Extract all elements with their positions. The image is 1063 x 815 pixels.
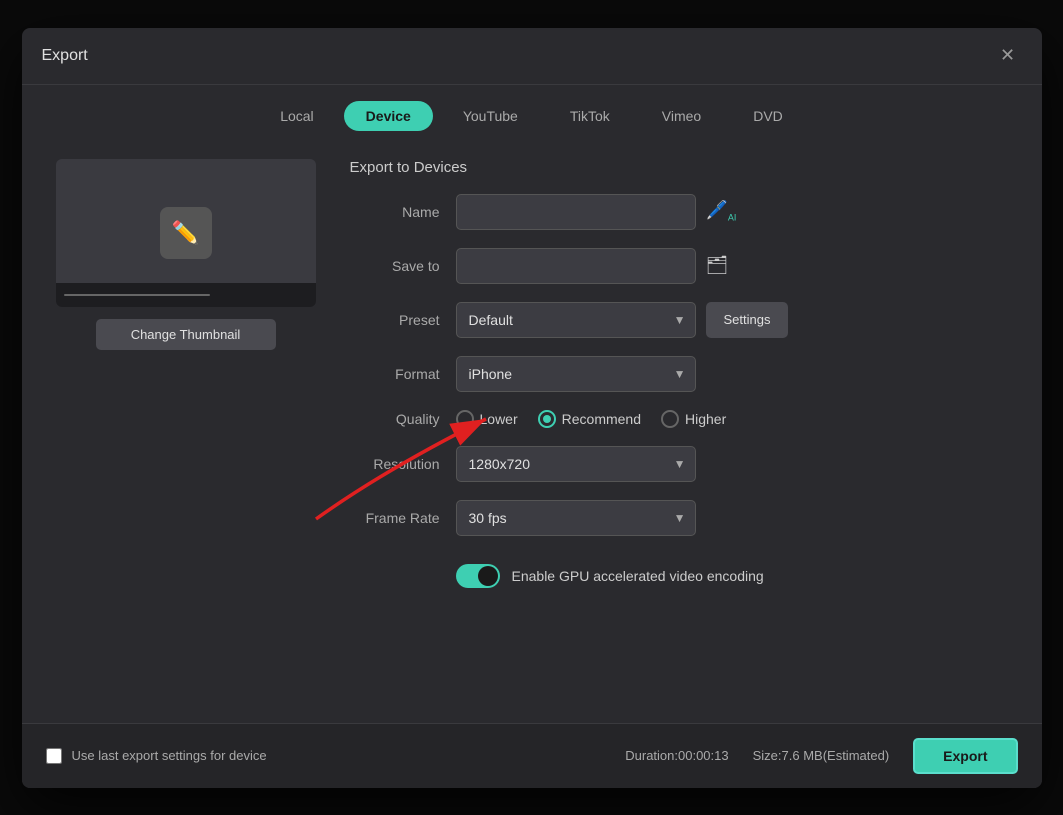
size-text: Size:7.6 MB(Estimated) bbox=[753, 748, 890, 763]
export-button[interactable]: Export bbox=[913, 738, 1017, 774]
format-select-wrapper: iPhone iPad Android Apple TV ▼ bbox=[456, 356, 696, 392]
format-row: Format iPhone iPad Android Apple TV ▼ bbox=[350, 356, 1018, 392]
format-select[interactable]: iPhone iPad Android Apple TV bbox=[456, 356, 696, 392]
quality-higher-radio[interactable] bbox=[661, 410, 679, 428]
preset-select[interactable]: Default Custom bbox=[456, 302, 696, 338]
tab-dvd[interactable]: DVD bbox=[731, 101, 805, 131]
tab-youtube[interactable]: YouTube bbox=[441, 101, 540, 131]
ai-icon[interactable]: 🖊️AI bbox=[706, 200, 737, 223]
section-title: Export to Devices bbox=[350, 159, 1018, 176]
save-to-label: Save to bbox=[350, 258, 440, 274]
name-input[interactable] bbox=[456, 194, 696, 230]
tab-local[interactable]: Local bbox=[258, 101, 335, 131]
resolution-select-wrapper: 1280x720 1920x1080 3840x2160 ▼ bbox=[456, 446, 696, 482]
quality-higher-option[interactable]: Higher bbox=[661, 410, 726, 428]
quality-recommend-label: Recommend bbox=[562, 411, 641, 427]
thumbnail-icon: ✏️ bbox=[160, 207, 212, 259]
footer-info: Duration:00:00:13 Size:7.6 MB(Estimated)… bbox=[625, 738, 1017, 774]
dialog-title: Export bbox=[42, 47, 88, 65]
gpu-label: Enable GPU accelerated video encoding bbox=[512, 568, 764, 584]
name-row: Name 🖊️AI bbox=[350, 194, 1018, 230]
last-settings-checkbox[interactable] bbox=[46, 748, 62, 764]
quality-lower-option[interactable]: Lower bbox=[456, 410, 518, 428]
preset-label: Preset bbox=[350, 312, 440, 328]
name-label: Name bbox=[350, 204, 440, 220]
tabs-row: Local Device YouTube TikTok Vimeo DVD bbox=[22, 85, 1042, 143]
preset-select-wrapper: Default Custom ▼ bbox=[456, 302, 696, 338]
tab-tiktok[interactable]: TikTok bbox=[548, 101, 632, 131]
last-settings-label: Use last export settings for device bbox=[72, 748, 267, 763]
save-to-input[interactable] bbox=[456, 248, 696, 284]
tab-vimeo[interactable]: Vimeo bbox=[640, 101, 723, 131]
quality-higher-label: Higher bbox=[685, 411, 726, 427]
save-to-row: Save to 🗂 bbox=[350, 248, 1018, 284]
quality-options: Lower Recommend Higher bbox=[456, 410, 727, 428]
settings-button[interactable]: Settings bbox=[706, 302, 789, 338]
quality-recommend-radio[interactable] bbox=[538, 410, 556, 428]
quality-recommend-dot bbox=[543, 415, 551, 423]
thumbnail-bar-line bbox=[64, 294, 210, 296]
quality-lower-label: Lower bbox=[480, 411, 518, 427]
frame-rate-select-wrapper: 24 fps 30 fps 60 fps ▼ bbox=[456, 500, 696, 536]
format-label: Format bbox=[350, 366, 440, 382]
quality-recommend-option[interactable]: Recommend bbox=[538, 410, 641, 428]
resolution-label: Resolution bbox=[350, 456, 440, 472]
quality-row: Quality Lower Recommend bbox=[350, 410, 1018, 428]
quality-lower-radio[interactable] bbox=[456, 410, 474, 428]
thumbnail-preview: ✏️ bbox=[56, 159, 316, 307]
left-panel: ✏️ Change Thumbnail bbox=[46, 159, 326, 707]
gpu-row: Enable GPU accelerated video encoding bbox=[350, 564, 1018, 588]
dialog-footer: Use last export settings for device Dura… bbox=[22, 723, 1042, 788]
frame-rate-select[interactable]: 24 fps 30 fps 60 fps bbox=[456, 500, 696, 536]
toggle-knob bbox=[478, 566, 498, 586]
thumbnail-bar bbox=[56, 283, 316, 307]
change-thumbnail-button[interactable]: Change Thumbnail bbox=[96, 319, 276, 350]
duration-text: Duration:00:00:13 bbox=[625, 748, 728, 763]
preset-row: Preset Default Custom ▼ Settings bbox=[350, 302, 1018, 338]
right-panel: Export to Devices Name 🖊️AI Save to 🗂 Pr… bbox=[350, 159, 1018, 707]
folder-icon[interactable]: 🗂 bbox=[706, 255, 729, 276]
tab-device[interactable]: Device bbox=[344, 101, 433, 131]
gpu-toggle[interactable] bbox=[456, 564, 500, 588]
quality-label: Quality bbox=[350, 411, 440, 427]
edit-icon: ✏️ bbox=[172, 220, 199, 246]
resolution-select[interactable]: 1280x720 1920x1080 3840x2160 bbox=[456, 446, 696, 482]
frame-rate-label: Frame Rate bbox=[350, 510, 440, 526]
frame-rate-row: Frame Rate 24 fps 30 fps 60 fps ▼ bbox=[350, 500, 1018, 536]
close-button[interactable]: ✕ bbox=[994, 42, 1022, 70]
footer-left: Use last export settings for device bbox=[46, 748, 267, 764]
resolution-row: Resolution 1280x720 1920x1080 3840x2160 … bbox=[350, 446, 1018, 482]
